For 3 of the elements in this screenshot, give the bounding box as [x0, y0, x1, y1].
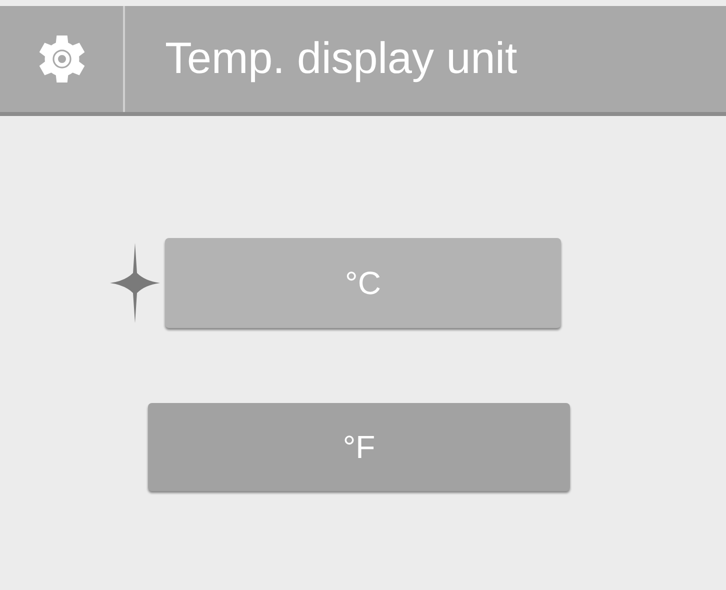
unit-option-button[interactable]: °C: [165, 238, 561, 328]
unit-option-button[interactable]: °F: [148, 403, 570, 491]
header-title: Temp. display unit: [165, 37, 518, 81]
